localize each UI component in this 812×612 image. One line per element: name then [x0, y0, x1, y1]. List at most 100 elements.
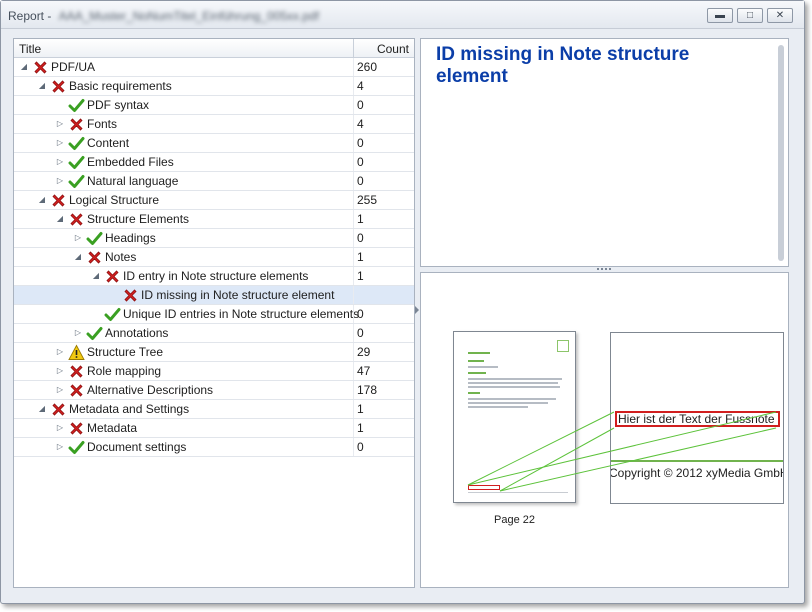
tree-row[interactable]: ID missing in Note structure element — [14, 286, 414, 305]
tree-row[interactable]: ◢ Basic requirements 4 — [14, 77, 414, 96]
tree-row[interactable]: ▷ Natural language 0 — [14, 172, 414, 191]
tree-row-label: Embedded Files — [87, 155, 174, 169]
pass-check-icon — [68, 173, 85, 190]
tree-row-label: Content — [87, 136, 130, 150]
tree-row-count: 29 — [357, 345, 371, 359]
fail-x-icon — [68, 211, 85, 228]
row-column-separator — [353, 362, 354, 380]
row-column-separator — [353, 191, 354, 209]
row-column-separator — [353, 210, 354, 228]
fail-x-icon — [68, 382, 85, 399]
fail-x-icon — [50, 401, 67, 418]
tree-row-label: PDF/UA — [51, 60, 96, 74]
tree-row[interactable]: ◢ Notes 1 — [14, 248, 414, 267]
row-column-separator — [353, 77, 354, 95]
row-column-separator — [353, 96, 354, 114]
tree-row[interactable]: ▷ Headings 0 — [14, 229, 414, 248]
expand-toggle-icon[interactable]: ▷ — [55, 134, 65, 152]
expand-toggle-icon[interactable]: ▷ — [55, 343, 65, 361]
report-tree-panel: Title Count ◢ PDF/UA 260 ◢ Basic requirement… — [13, 38, 415, 588]
minimize-button[interactable]: ▬ — [707, 8, 733, 23]
column-separator[interactable] — [353, 39, 354, 58]
tree-row[interactable]: ▷ Document settings 0 — [14, 438, 414, 457]
tree-row-label: Natural language — [87, 174, 179, 188]
expand-toggle-icon[interactable]: ▷ — [55, 172, 65, 190]
tree-row[interactable]: PDF syntax 0 — [14, 96, 414, 115]
tree-row[interactable]: ◢ Logical Structure 255 — [14, 191, 414, 210]
title-bar[interactable]: Report - AAA_Muster_NoNumTitel_Einführun… — [1, 1, 804, 29]
collapse-toggle-icon[interactable]: ◢ — [37, 77, 47, 95]
maximize-button[interactable]: □ — [737, 8, 763, 23]
tree-row-count: 178 — [357, 383, 378, 397]
tree-row-count: 1 — [357, 250, 364, 264]
row-column-separator — [353, 267, 354, 285]
expand-toggle-icon[interactable]: ▷ — [73, 324, 83, 342]
row-column-separator — [353, 248, 354, 266]
collapse-toggle-icon[interactable]: ◢ — [73, 248, 83, 266]
pass-check-icon — [86, 230, 103, 247]
description-panel: ID missing in Note structure element — [420, 38, 789, 267]
tree-row[interactable]: ◢ Structure Elements 1 — [14, 210, 414, 229]
pass-check-icon — [68, 154, 85, 171]
row-column-separator — [353, 343, 354, 361]
tree-row[interactable]: ◢ Metadata and Settings 1 — [14, 400, 414, 419]
collapse-toggle-icon[interactable]: ◢ — [37, 191, 47, 209]
expand-toggle-icon[interactable]: ▷ — [55, 153, 65, 171]
tree-row-count: 0 — [357, 174, 364, 188]
row-column-separator — [353, 305, 354, 323]
tree-row[interactable]: ▷ Embedded Files 0 — [14, 153, 414, 172]
fail-x-icon — [68, 363, 85, 380]
horizontal-splitter-grip[interactable] — [597, 267, 611, 271]
description-scrollbar[interactable] — [778, 45, 784, 261]
tree-row[interactable]: ▷ Metadata 1 — [14, 419, 414, 438]
pass-check-icon — [68, 135, 85, 152]
window-title-prefix: Report - — [8, 9, 55, 23]
tree-row-count: 1 — [357, 212, 364, 226]
row-column-separator — [353, 400, 354, 418]
row-column-separator — [353, 153, 354, 171]
tree-row[interactable]: ▷ Structure Tree 29 — [14, 343, 414, 362]
fail-x-icon — [68, 420, 85, 437]
row-column-separator — [353, 324, 354, 342]
expand-toggle-icon[interactable]: ▷ — [55, 438, 65, 456]
expand-toggle-icon[interactable]: ▷ — [55, 419, 65, 437]
collapse-toggle-icon[interactable]: ◢ — [55, 210, 65, 228]
tree-row-label: Metadata — [87, 421, 138, 435]
tree-row[interactable]: ◢ PDF/UA 260 — [14, 58, 414, 77]
expand-toggle-icon[interactable]: ▷ — [55, 381, 65, 399]
fail-x-icon — [104, 268, 121, 285]
collapse-toggle-icon[interactable]: ◢ — [19, 58, 29, 76]
fail-x-icon — [32, 59, 49, 76]
row-column-separator — [353, 172, 354, 190]
tree-row[interactable]: Unique ID entries in Note structure elem… — [14, 305, 414, 324]
tree-row[interactable]: ▷ Content 0 — [14, 134, 414, 153]
expand-toggle-icon[interactable]: ▷ — [73, 229, 83, 247]
tree-row-count: 1 — [357, 402, 364, 416]
expand-toggle-icon[interactable]: ▷ — [55, 115, 65, 133]
close-button[interactable]: ✕ — [767, 8, 793, 23]
tree-row[interactable]: ▷ Annotations 0 — [14, 324, 414, 343]
page-preview-panel: Page 22 Hier ist der Text der Fussnote C… — [420, 272, 789, 588]
tree-row[interactable]: ▷ Role mapping 47 — [14, 362, 414, 381]
collapse-toggle-icon[interactable]: ◢ — [91, 267, 101, 285]
tree-row-label: Fonts — [87, 117, 118, 131]
column-header-title[interactable]: Title — [19, 42, 41, 56]
tree-row[interactable]: ▷ Fonts 4 — [14, 115, 414, 134]
row-column-separator — [353, 115, 354, 133]
tree-row-label: Logical Structure — [69, 193, 160, 207]
report-window: Report - AAA_Muster_NoNumTitel_Einführun… — [0, 0, 805, 604]
tree-row-label: Alternative Descriptions — [87, 383, 214, 397]
tree-row-count: 0 — [357, 136, 364, 150]
tree-row[interactable]: ◢ ID entry in Note structure elements 1 — [14, 267, 414, 286]
pass-check-icon — [68, 439, 85, 456]
tree-row[interactable]: ▷ Alternative Descriptions 178 — [14, 381, 414, 400]
fail-x-icon — [50, 78, 67, 95]
collapse-toggle-icon[interactable]: ◢ — [37, 400, 47, 418]
tree-row-label: Structure Elements — [87, 212, 190, 226]
tree-row-count: 0 — [357, 440, 364, 454]
tree-row-count: 0 — [357, 326, 364, 340]
tree-rows: ◢ PDF/UA 260 ◢ Basic requirements 4 PDF syntax… — [14, 58, 414, 457]
expand-toggle-icon[interactable]: ▷ — [55, 362, 65, 380]
column-header-count[interactable]: Count — [377, 42, 409, 56]
pass-check-icon — [104, 306, 121, 323]
